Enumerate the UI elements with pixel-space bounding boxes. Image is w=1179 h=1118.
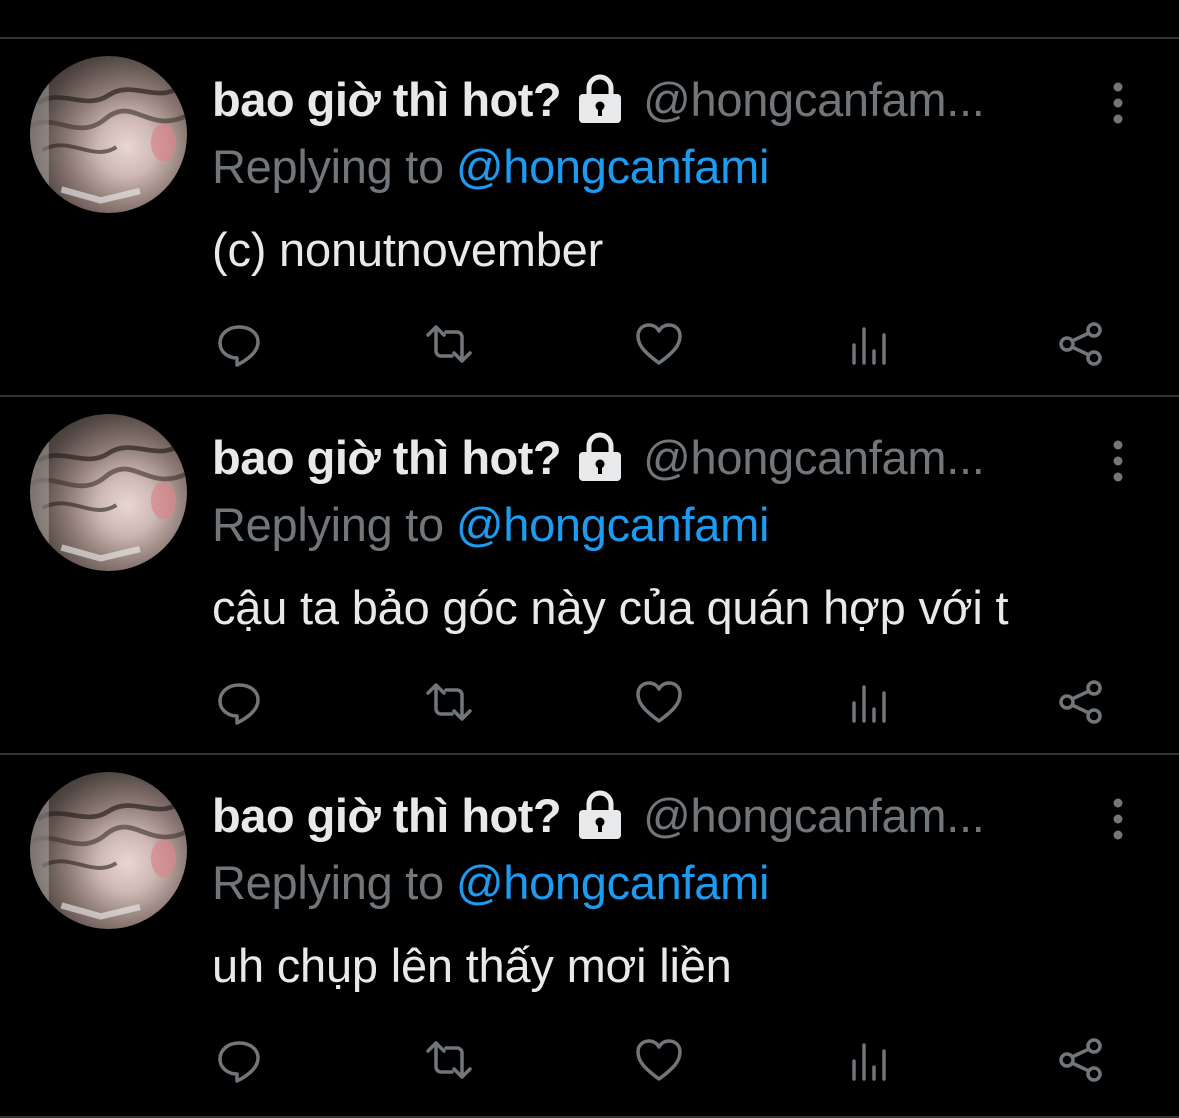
retweet-icon[interactable] (424, 1035, 474, 1085)
like-icon[interactable] (634, 319, 684, 369)
display-name[interactable]: bao giờ thì hot? (212, 72, 562, 127)
user-handle[interactable]: @hongcanfam... (643, 788, 985, 843)
avatar[interactable] (30, 772, 187, 929)
more-options-icon[interactable] (1105, 81, 1131, 125)
retweet-icon[interactable] (424, 677, 474, 727)
avatar[interactable] (30, 414, 187, 571)
share-icon[interactable] (1056, 319, 1106, 369)
more-options-icon[interactable] (1105, 439, 1131, 483)
share-icon[interactable] (1056, 677, 1106, 727)
more-options-icon[interactable] (1105, 797, 1131, 841)
retweet-icon[interactable] (424, 319, 474, 369)
like-icon[interactable] (634, 677, 684, 727)
tweet-actions (210, 319, 1110, 369)
tweet-header: bao giờ thì hot? @hongcanfam... (212, 785, 1152, 845)
lock-icon (573, 789, 627, 841)
tweet-header: bao giờ thì hot? @hongcanfam... (212, 427, 1152, 487)
share-icon[interactable] (1056, 1035, 1106, 1085)
replying-to: Replying to @hongcanfami (212, 497, 769, 552)
replying-to: Replying to @hongcanfami (212, 855, 769, 910)
tweet-actions (210, 677, 1110, 727)
avatar[interactable] (30, 56, 187, 213)
views-icon[interactable] (844, 1035, 894, 1085)
lock-icon (573, 73, 627, 125)
reply-icon[interactable] (214, 677, 264, 727)
tweet-text: cậu ta bảo góc này của quán hợp với t (212, 581, 1009, 634)
replying-to-label: Replying to (212, 856, 444, 909)
display-name[interactable]: bao giờ thì hot? (212, 788, 562, 843)
reply-icon[interactable] (214, 1035, 264, 1085)
views-icon[interactable] (844, 319, 894, 369)
replying-to-label: Replying to (212, 498, 444, 551)
like-icon[interactable] (634, 1035, 684, 1085)
lock-icon (573, 431, 627, 483)
tweet-actions (210, 1035, 1110, 1085)
replying-to: Replying to @hongcanfami (212, 139, 769, 194)
replying-to-label: Replying to (212, 140, 444, 193)
reply-icon[interactable] (214, 319, 264, 369)
tweet-text: (c) nonutnovember (212, 223, 604, 276)
replying-to-mention[interactable]: @hongcanfami (456, 498, 770, 551)
views-icon[interactable] (844, 677, 894, 727)
replying-to-mention[interactable]: @hongcanfami (456, 140, 770, 193)
tweet[interactable]: bao giờ thì hot? @hongcanfam... Replying… (0, 397, 1179, 755)
replying-to-mention[interactable]: @hongcanfami (456, 856, 770, 909)
tweet-text: uh chụp lên thấy mơi liền (212, 939, 732, 992)
reply-thread: bao giờ thì hot? @hongcanfam... Replying… (0, 39, 1179, 1118)
display-name[interactable]: bao giờ thì hot? (212, 430, 562, 485)
tweet[interactable]: bao giờ thì hot? @hongcanfam... Replying… (0, 755, 1179, 1118)
tweet-header: bao giờ thì hot? @hongcanfam... (212, 69, 1152, 129)
user-handle[interactable]: @hongcanfam... (643, 430, 985, 485)
tweet[interactable]: bao giờ thì hot? @hongcanfam... Replying… (0, 39, 1179, 397)
user-handle[interactable]: @hongcanfam... (643, 72, 985, 127)
